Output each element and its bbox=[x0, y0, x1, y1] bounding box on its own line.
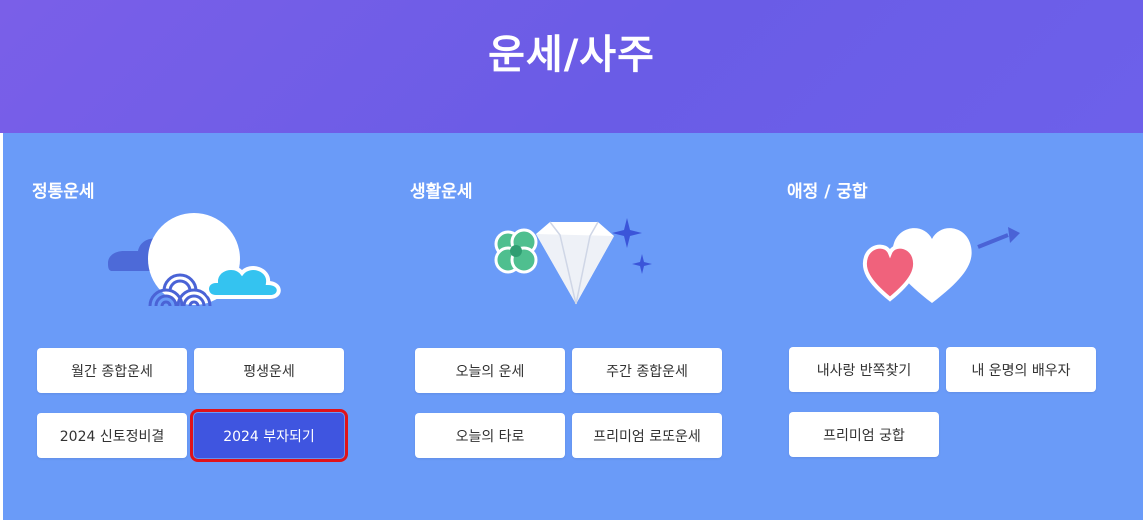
premium-lotto-fortune-button[interactable]: 프리미엄 로또운세 bbox=[572, 413, 722, 458]
section-love-compatibility: 애정 / 궁합 내사랑 반쪽찾기 내 운명의 배우자 프리미엄 궁합 bbox=[758, 133, 1128, 520]
find-soulmate-button[interactable]: 내사랑 반쪽찾기 bbox=[789, 347, 939, 392]
premium-compatibility-button[interactable]: 프리미엄 궁합 bbox=[789, 412, 939, 457]
section-traditional: 정통운세 월간 종합운세 평생운세 2024 신토정비결 2024 부자되기 bbox=[3, 133, 373, 520]
hearts-arrow-icon bbox=[862, 227, 1020, 303]
wealth-2024-button[interactable]: 2024 부자되기 bbox=[190, 409, 348, 462]
monthly-fortune-button[interactable]: 월간 종합운세 bbox=[37, 348, 187, 393]
destined-spouse-button[interactable]: 내 운명의 배우자 bbox=[946, 347, 1096, 392]
lifetime-fortune-button[interactable]: 평생운세 bbox=[194, 348, 344, 393]
tojeong-2024-button[interactable]: 2024 신토정비결 bbox=[37, 413, 187, 458]
fortune-menu: 정통운세 월간 종합운세 평생운세 2024 신토정비결 2024 부자되기 생… bbox=[3, 133, 1143, 520]
today-tarot-button[interactable]: 오늘의 타로 bbox=[415, 413, 565, 458]
section-title: 애정 / 궁합 bbox=[787, 182, 868, 202]
weekly-fortune-button[interactable]: 주간 종합운세 bbox=[572, 348, 722, 393]
section-daily-life: 생활운세 오늘의 운세 주간 종합운세 오늘의 타로 프리미엄 로또운세 bbox=[381, 133, 751, 520]
today-fortune-button[interactable]: 오늘의 운세 bbox=[415, 348, 565, 393]
page-header: 운세/사주 bbox=[0, 0, 1143, 133]
section-title: 생활운세 bbox=[410, 182, 473, 202]
section-title: 정통운세 bbox=[32, 182, 95, 202]
page-title: 운세/사주 bbox=[488, 32, 655, 78]
clover-diamond-icon bbox=[494, 218, 652, 305]
moon-cloud-icon bbox=[108, 213, 281, 307]
